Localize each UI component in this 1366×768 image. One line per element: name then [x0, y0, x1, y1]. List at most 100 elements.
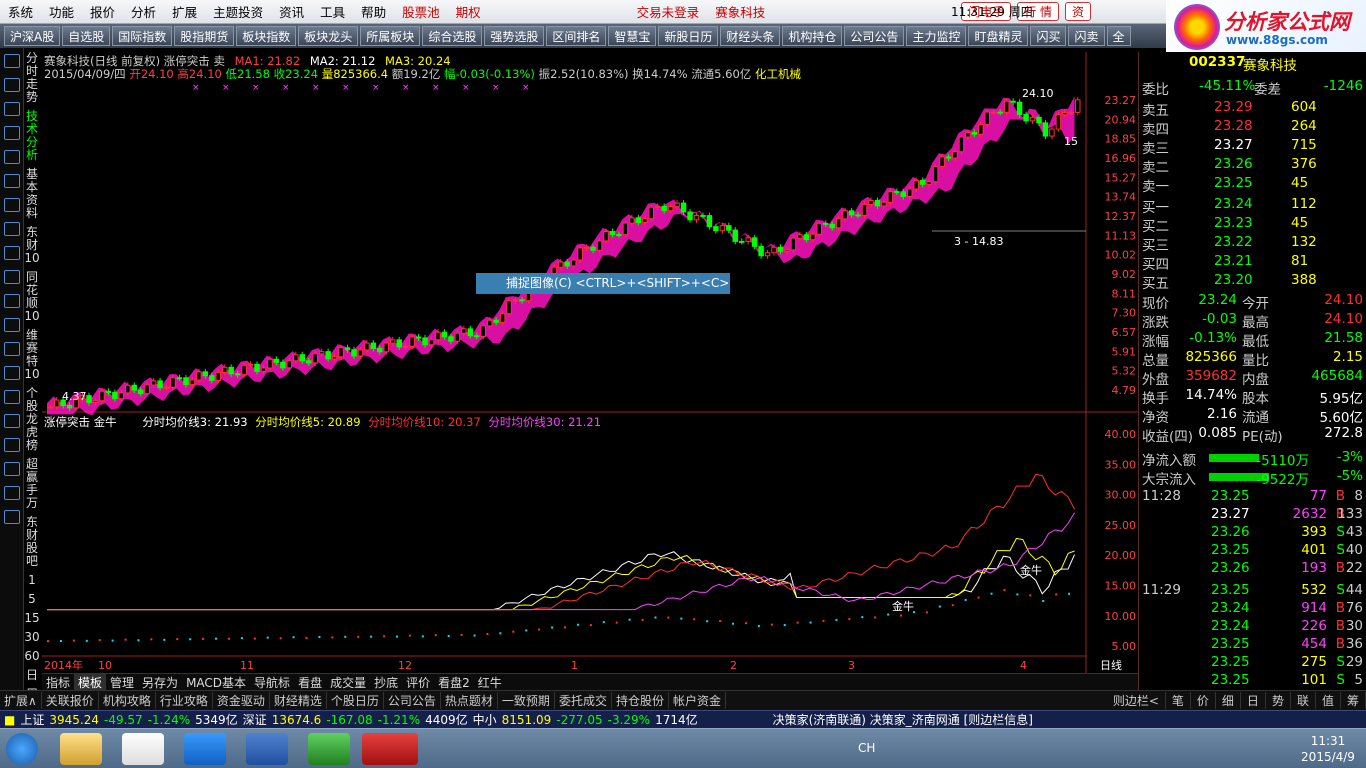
indicator-tab-6[interactable]: 看盘: [294, 674, 326, 691]
menu-news[interactable]: 资讯: [271, 2, 312, 21]
sz-label[interactable]: 深证: [243, 711, 267, 728]
toolbar-button-3[interactable]: 股指期货: [174, 26, 235, 46]
vtab-11[interactable]: 15: [24, 612, 40, 625]
grid-icon[interactable]: [4, 198, 20, 212]
indicator-tab-3[interactable]: 另存为: [138, 674, 182, 691]
bottom-item-11[interactable]: 持仓股份: [612, 692, 669, 709]
menu-options[interactable]: 期权: [448, 2, 489, 21]
indicator-tab-11[interactable]: 红牛: [474, 674, 506, 691]
bottom-item-6[interactable]: 个股日历: [327, 692, 384, 709]
toolbar-button-19[interactable]: 全: [1106, 26, 1131, 46]
chart-icon[interactable]: [4, 126, 20, 140]
vtab-14[interactable]: 日: [24, 669, 40, 682]
toolbar-button-11[interactable]: 新股日历: [658, 26, 719, 46]
pen-icon[interactable]: [4, 462, 20, 476]
side-tab-3[interactable]: 细: [1216, 692, 1241, 709]
vtab-5[interactable]: 维赛特10: [24, 329, 40, 381]
indicator-tab-0[interactable]: 指标: [42, 674, 74, 691]
toolbar-button-17[interactable]: 闪买: [1030, 26, 1067, 46]
toolbar-button-10[interactable]: 智慧宝: [608, 26, 657, 46]
bottom-item-3[interactable]: 行业攻略: [156, 692, 213, 709]
vtab-7[interactable]: 超赢手万: [24, 458, 40, 510]
toolbar-button-9[interactable]: 区间排名: [546, 26, 607, 46]
rsi-icon[interactable]: [4, 390, 20, 404]
indicator-tab-8[interactable]: 抄底: [370, 674, 402, 691]
bottom-item-8[interactable]: 热点题材: [441, 692, 498, 709]
toolbar-button-2[interactable]: 国际指数: [112, 26, 173, 46]
bottom-item-4[interactable]: 资金驱动: [213, 692, 270, 709]
back-icon[interactable]: [4, 54, 20, 68]
indicator-tab-1[interactable]: 模板: [74, 673, 107, 691]
side-tab-1[interactable]: 笔: [1166, 692, 1191, 709]
bottom-item-7[interactable]: 公司公告: [384, 692, 441, 709]
f5-icon[interactable]: [4, 486, 20, 500]
side-tab-0[interactable]: 则边栏<: [1107, 692, 1166, 709]
menu-extend[interactable]: 扩展: [164, 2, 205, 21]
vtab-9[interactable]: 1: [24, 574, 40, 587]
toolbar-button-12[interactable]: 财经头条: [720, 26, 781, 46]
indicator-tab-10[interactable]: 看盘2: [434, 674, 474, 691]
ime-indicator[interactable]: CH: [858, 741, 875, 755]
toolbar-button-6[interactable]: 所属板块: [360, 26, 421, 46]
toolbar-button-13[interactable]: 机构持仓: [782, 26, 843, 46]
vtab-8[interactable]: 东财股吧: [24, 516, 40, 568]
vtab-12[interactable]: 30: [24, 631, 40, 644]
capture-image-tooltip[interactable]: 捕捉图像(C) <CTRL>+<SHIFT>+<C>: [476, 273, 730, 294]
table-icon[interactable]: [4, 150, 20, 164]
refresh-icon[interactable]: [4, 510, 20, 524]
zx-label[interactable]: 中小: [473, 711, 497, 728]
crosshair-icon[interactable]: [4, 414, 20, 428]
vtab-6[interactable]: 个股龙虎榜: [24, 387, 40, 452]
vtab-2[interactable]: 基本资料: [24, 168, 40, 220]
toolbar-button-4[interactable]: 板块指数: [236, 26, 297, 46]
toolbar-button-5[interactable]: 板块龙头: [298, 26, 359, 46]
toolbar-button-18[interactable]: 闪卖: [1068, 26, 1105, 46]
toolbar-button-7[interactable]: 综合选股: [422, 26, 483, 46]
app-flower-icon[interactable]: [122, 733, 164, 765]
browser-icon[interactable]: [308, 733, 350, 765]
menu-stock-pool[interactable]: 股票池: [394, 2, 448, 21]
toolbar-button-15[interactable]: 主力监控: [906, 26, 967, 46]
toolbar-button-16[interactable]: 盯盘精灵: [968, 26, 1029, 46]
menu-function[interactable]: 功能: [41, 2, 82, 21]
vtab-0[interactable]: 分时走势: [24, 52, 40, 104]
bottom-item-1[interactable]: 关联报价: [42, 692, 99, 709]
line-icon[interactable]: [4, 174, 20, 188]
toolbar-button-8[interactable]: 强势选股: [484, 26, 545, 46]
login-status[interactable]: 交易未登录: [629, 2, 708, 21]
vtab-10[interactable]: 5: [24, 593, 40, 606]
indicator-tab-4[interactable]: MACD基本: [182, 674, 250, 691]
toolbar-button-14[interactable]: 公司公告: [844, 26, 905, 46]
vtab-3[interactable]: 东财10: [24, 226, 40, 265]
bottom-item-0[interactable]: 扩展∧: [0, 692, 42, 709]
down-icon[interactable]: [4, 102, 20, 116]
toolbar-button-0[interactable]: 沪深A股: [4, 26, 61, 46]
f12-icon[interactable]: [4, 318, 20, 332]
start-icon[interactable]: [6, 733, 38, 765]
side-tab-6[interactable]: 联: [1291, 692, 1316, 709]
indicator-tab-9[interactable]: 评价: [402, 674, 434, 691]
side-tab-2[interactable]: 价: [1191, 692, 1216, 709]
bottom-item-10[interactable]: 委托成交: [555, 692, 612, 709]
baidu-icon[interactable]: [184, 733, 226, 765]
doc-icon[interactable]: [4, 294, 20, 308]
chart-small-icon[interactable]: [4, 366, 20, 380]
sh-label[interactable]: 上证: [20, 711, 44, 728]
move-icon[interactable]: [4, 438, 20, 452]
circle-icon[interactable]: [4, 342, 20, 356]
bottom-item-2[interactable]: 机构攻略: [99, 692, 156, 709]
up-icon[interactable]: [4, 78, 20, 92]
period-label[interactable]: 日线: [1100, 658, 1122, 672]
bottom-item-9[interactable]: 一致预期: [498, 692, 555, 709]
f10-icon[interactable]: [4, 270, 20, 284]
menu-analysis[interactable]: 分析: [123, 2, 164, 21]
menu-help[interactable]: 帮助: [353, 2, 394, 21]
vtab-13[interactable]: 60: [24, 650, 40, 663]
side-tab-7[interactable]: 值: [1316, 692, 1341, 709]
kline-chart-area[interactable]: 23.27 20.94 18.85 16.96 15.27 13.74 12.37 11.13…: [42, 52, 1138, 687]
trade-button[interactable]: 资: [1065, 2, 1092, 21]
side-tab-8[interactable]: 筹: [1341, 692, 1366, 709]
stock-app-icon[interactable]: [362, 733, 418, 765]
word-icon[interactable]: [246, 733, 288, 765]
vtab-1[interactable]: 技术分析: [24, 110, 40, 162]
